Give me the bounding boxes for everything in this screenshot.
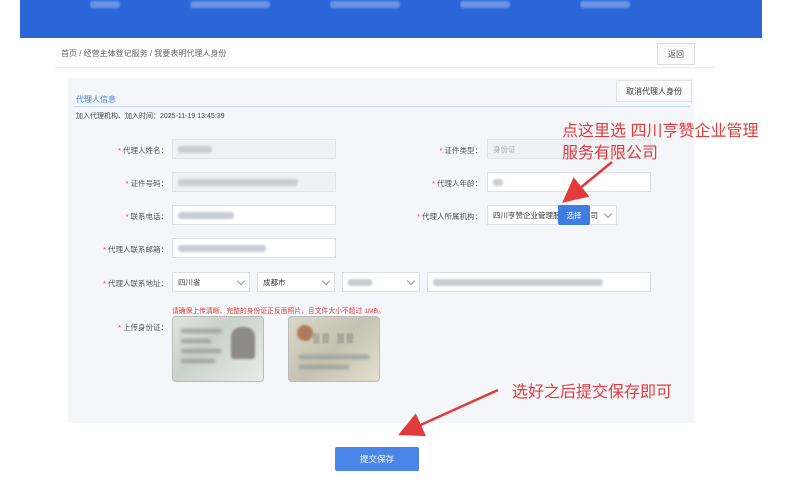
annotation-arrows [398,161,613,437]
arrow-to-org-select [562,161,613,203]
arrow-to-submit [398,388,499,437]
